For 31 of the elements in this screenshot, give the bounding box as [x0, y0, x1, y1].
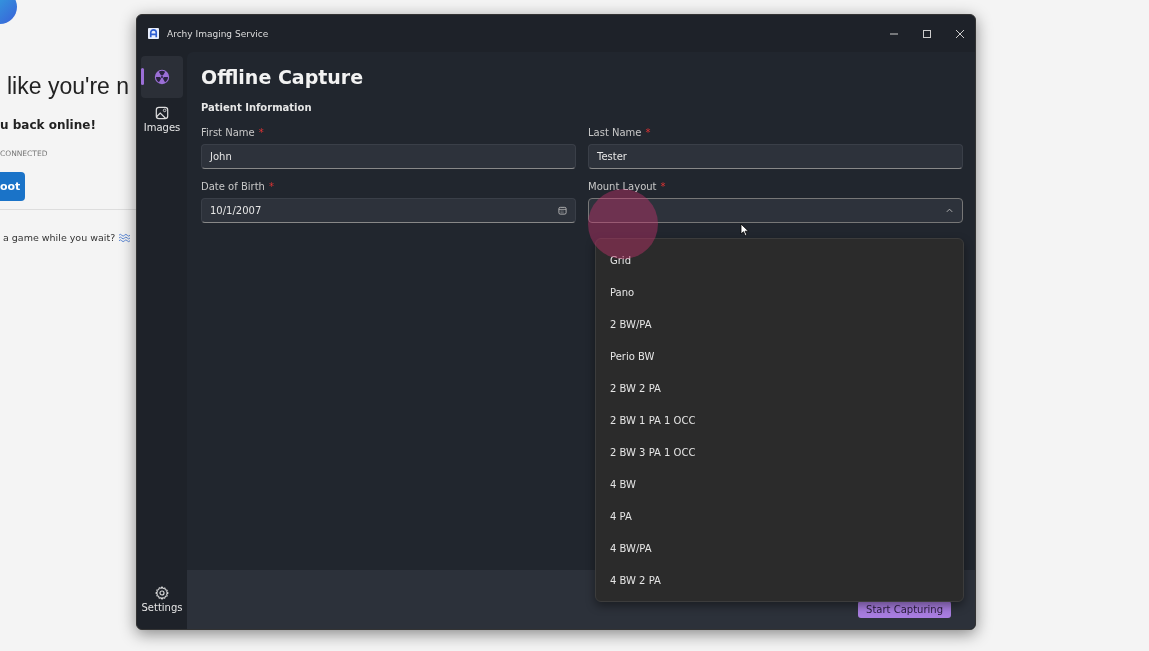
page-heading: like you're n	[7, 73, 129, 100]
required-marker: *	[258, 127, 264, 138]
dropdown-option[interactable]: 4 BW/PA	[596, 533, 963, 565]
page-subheading: u back online!	[0, 118, 96, 132]
text-field[interactable]: John	[201, 144, 576, 169]
section-heading: Patient Information	[201, 102, 313, 113]
dropdown-option[interactable]: 2 BW 3 PA 1 OCC	[596, 437, 963, 469]
dropdown-option[interactable]: Perio BW	[596, 341, 963, 373]
field-label: First Name	[201, 127, 255, 138]
text-field[interactable]: Tester	[588, 144, 963, 169]
reboot-button[interactable]: oot	[0, 172, 26, 201]
required-marker: *	[645, 127, 651, 138]
window-title: Archy Imaging Service	[167, 28, 269, 39]
field-label: Date of Birth	[201, 181, 265, 192]
dropdown-option[interactable]: 2 BW/PA	[596, 309, 963, 341]
dropdown-option[interactable]: 4 BW	[596, 469, 963, 501]
required-marker: *	[268, 181, 274, 192]
dropdown-option[interactable]: Grid	[596, 245, 963, 277]
settings-button[interactable]: Settings	[141, 580, 183, 619]
date-field[interactable]: 10/1/2007	[201, 198, 576, 223]
dropdown-option[interactable]: 4 BW 2 PA	[596, 565, 963, 597]
dropdown-option[interactable]: 2 BW 2 PA	[596, 373, 963, 405]
dropdown-option[interactable]: 4 PA	[596, 501, 963, 533]
dropdown-option[interactable]: 2 BW 1 PA 1 OCC	[596, 405, 963, 437]
field-label: Mount Layout	[588, 181, 657, 192]
required-marker: *	[660, 181, 666, 192]
game-prompt: a game while you wait?	[3, 232, 116, 243]
dropdown-option[interactable]: Pano	[596, 277, 963, 309]
page-title: Offline Capture	[201, 66, 365, 88]
sidebar-item[interactable]: Images	[141, 100, 183, 139]
field-label: Last Name	[588, 127, 642, 138]
